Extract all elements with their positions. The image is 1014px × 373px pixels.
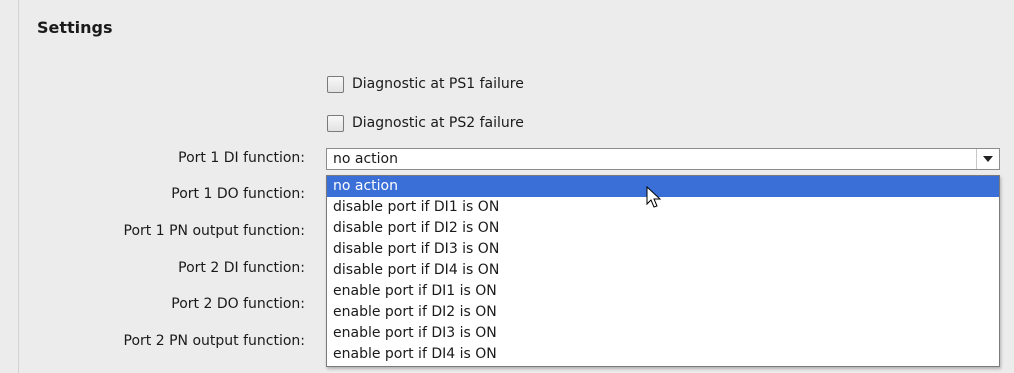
- port1-di-function-label: Port 1 DI function:: [178, 150, 305, 166]
- select-current-value: no action: [333, 151, 398, 167]
- ps1-diagnostic-row[interactable]: Diagnostic at PS1 failure: [327, 73, 524, 95]
- port1-di-function-select[interactable]: no action: [326, 148, 1000, 170]
- dropdown-option-disable-di3[interactable]: disable port if DI3 is ON: [327, 239, 999, 260]
- port2-pn-output-function-label: Port 2 PN output function:: [123, 333, 305, 349]
- ps1-diagnostic-checkbox[interactable]: [327, 75, 344, 93]
- ps1-diagnostic-label: Diagnostic at PS1 failure: [352, 76, 524, 92]
- section-title: Settings: [37, 18, 113, 37]
- dropdown-list: no action disable port if DI1 is ON disa…: [326, 175, 1000, 367]
- dropdown-option-enable-di4[interactable]: enable port if DI4 is ON: [327, 344, 999, 365]
- port2-di-function-label: Port 2 DI function:: [178, 260, 305, 276]
- port1-pn-output-function-label: Port 1 PN output function:: [123, 223, 305, 239]
- dropdown-option-disable-di1[interactable]: disable port if DI1 is ON: [327, 197, 999, 218]
- dropdown-option-disable-di2[interactable]: disable port if DI2 is ON: [327, 218, 999, 239]
- dropdown-option-disable-di4[interactable]: disable port if DI4 is ON: [327, 260, 999, 281]
- dropdown-option-no-action[interactable]: no action: [327, 176, 999, 197]
- ps2-diagnostic-row[interactable]: Diagnostic at PS2 failure: [327, 112, 524, 134]
- dropdown-option-enable-di1[interactable]: enable port if DI1 is ON: [327, 281, 999, 302]
- ps2-diagnostic-checkbox[interactable]: [327, 114, 344, 132]
- dropdown-option-enable-di2[interactable]: enable port if DI2 is ON: [327, 302, 999, 323]
- port1-do-function-label: Port 1 DO function:: [171, 186, 305, 202]
- mouse-cursor-icon: [646, 185, 662, 214]
- ps2-diagnostic-label: Diagnostic at PS2 failure: [352, 115, 524, 131]
- chevron-down-icon[interactable]: [976, 149, 999, 169]
- dropdown-option-enable-di3[interactable]: enable port if DI3 is ON: [327, 323, 999, 344]
- port2-do-function-label: Port 2 DO function:: [171, 296, 305, 312]
